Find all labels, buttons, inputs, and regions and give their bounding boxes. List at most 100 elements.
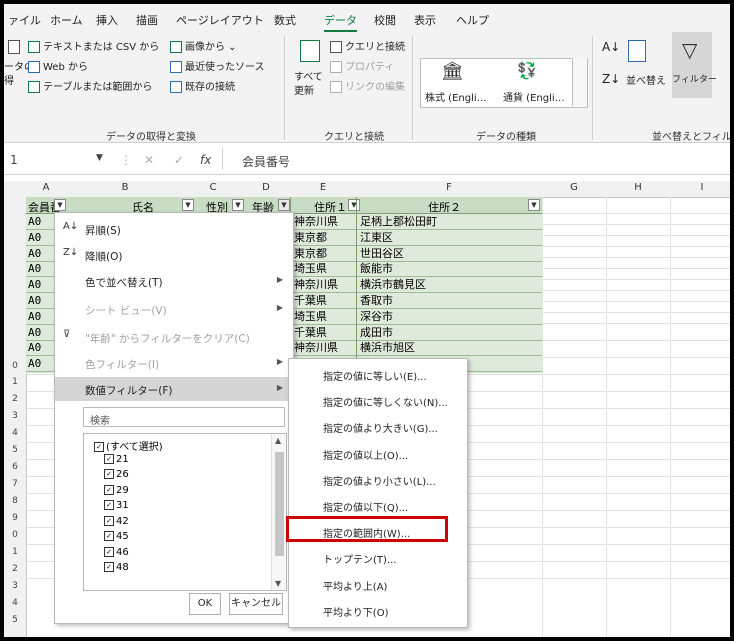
table-cell[interactable]: A0 (28, 327, 41, 338)
submenu-item[interactable]: 平均より上(A) (289, 573, 467, 595)
column-header[interactable]: G (542, 182, 606, 193)
filter-value-list[interactable]: ✓ (すべて選択) ✓ 21 ✓ 26 ✓ 29 ✓ 31 ✓ 42 ✓ 45 ✓ 46 ✓ 48 ▲ ▼ (83, 433, 287, 591)
stocks-button[interactable]: 株式 (Engli… (425, 89, 487, 104)
edit-links-button[interactable]: リンクの編集 (330, 78, 405, 93)
name-box-dropdown-icon[interactable]: ▼ (96, 153, 103, 163)
data-types-gallery[interactable]: 🏛 株式 (Engli… 💱 通貨 (Engli… (420, 58, 588, 108)
submenu-item[interactable]: 指定の値より小さい(L)... (289, 468, 467, 490)
checklist-item[interactable]: ✓ 42 (104, 515, 129, 527)
clear-filter-item[interactable]: ⊽ "年齢" からフィルターをクリア(C) (55, 325, 293, 349)
formula-content[interactable]: 会員番号 (242, 153, 290, 170)
checklist-item[interactable]: ✓ (すべて選択) (94, 438, 163, 453)
number-filter-item[interactable]: 数値フィルター(F) ▶ (55, 377, 293, 401)
tab-review[interactable]: 校閲 (374, 12, 396, 28)
table-cell[interactable]: 香取市 (360, 295, 393, 306)
ok-button[interactable]: OK (189, 593, 221, 615)
existing-connections-button[interactable]: 既存の接続 (170, 78, 235, 93)
table-cell[interactable]: 飯能市 (360, 263, 393, 274)
table-cell[interactable]: 神奈川県 (294, 279, 338, 290)
column-header[interactable]: B (66, 182, 184, 193)
tab-help[interactable]: ヘルプ (456, 12, 489, 28)
refresh-all-label-2[interactable]: 更新 (294, 82, 314, 97)
submenu-item[interactable]: 指定の値に等しい(E)... (289, 363, 467, 385)
get-data-label-2[interactable]: 得 (4, 72, 14, 87)
row-header[interactable]: 0 (4, 530, 26, 540)
tab-view[interactable]: 表示 (414, 12, 436, 28)
sort-ascending-item[interactable]: A↓ 昇順(S) (55, 217, 293, 241)
tab-home[interactable]: ホーム (50, 12, 83, 28)
checklist-item[interactable]: ✓ 29 (104, 484, 129, 496)
checklist-item[interactable]: ✓ 46 (104, 546, 129, 558)
row-header[interactable]: 5 (4, 615, 26, 625)
checkbox-checked-icon[interactable]: ✓ (104, 453, 114, 464)
sort-desc-small-icon[interactable]: Z↓ (602, 72, 620, 86)
submenu-item[interactable]: 指定の値より大きい(G)... (289, 415, 467, 437)
currency-button[interactable]: 通貨 (Engli… (503, 89, 565, 104)
row-header[interactable]: 1 (4, 547, 26, 557)
name-box[interactable]: 1 (10, 153, 18, 167)
table-cell[interactable]: 東京都 (294, 248, 327, 259)
queries-connections-button[interactable]: クエリと接続 (330, 38, 405, 53)
table-cell[interactable]: 江東区 (360, 232, 393, 243)
table-cell[interactable]: 神奈川県 (294, 342, 338, 353)
filter-dropdown-icon[interactable]: ▼ (232, 199, 244, 211)
checklist-item[interactable]: ✓ 26 (104, 469, 129, 480)
table-cell[interactable]: 成田市 (360, 327, 393, 338)
row-header[interactable]: 1 (4, 377, 26, 387)
tab-insert[interactable]: 挿入 (96, 12, 118, 28)
column-header[interactable]: F (356, 182, 542, 193)
filter-button[interactable]: ▽ フィルター (672, 32, 717, 98)
table-cell[interactable]: A0 (28, 295, 41, 306)
row-header[interactable]: 5 (4, 445, 26, 455)
row-header[interactable]: 8 (4, 496, 26, 506)
checkbox-checked-icon[interactable]: ✓ (104, 484, 114, 495)
row-header[interactable]: 6 (4, 462, 26, 472)
row-header[interactable]: 9 (4, 513, 26, 523)
tab-data[interactable]: データ (324, 12, 357, 32)
from-text-csv-button[interactable]: テキストまたは CSV から (28, 38, 159, 53)
checkbox-checked-icon[interactable]: ✓ (104, 531, 114, 541)
filter-search-input[interactable]: 検索 (83, 407, 285, 427)
checklist-item[interactable]: ✓ 45 (104, 531, 129, 542)
checkbox-checked-icon[interactable]: ✓ (104, 546, 114, 557)
table-cell[interactable]: A0 (28, 248, 41, 259)
filter-dropdown-icon[interactable]: ▼ (528, 199, 540, 211)
sort-descending-item[interactable]: Z↓ 降順(O) (55, 243, 293, 267)
from-table-button[interactable]: テーブルまたは範囲から (28, 78, 152, 93)
table-cell[interactable]: A0 (28, 279, 41, 290)
tab-file[interactable]: ァイル (8, 12, 41, 28)
sort-button[interactable]: 並べ替え (626, 72, 666, 87)
row-header[interactable]: 2 (4, 394, 26, 404)
checklist-item[interactable]: ✓ 31 (104, 500, 129, 511)
table-cell[interactable]: 足柄上郡松田町 (360, 216, 437, 227)
table-cell[interactable]: 埼玉県 (294, 263, 327, 274)
checkbox-checked-icon[interactable]: ✓ (104, 562, 114, 572)
properties-button[interactable]: プロパティ (330, 58, 394, 73)
color-filter-item[interactable]: 色フィルター(I) ▶ (55, 351, 293, 375)
row-header[interactable]: 7 (4, 479, 26, 489)
checkbox-checked-icon[interactable]: ✓ (104, 469, 114, 479)
column-header[interactable]: C (184, 182, 242, 193)
filter-dropdown-icon[interactable]: ▼ (278, 199, 290, 211)
checkbox-checked-icon[interactable]: ✓ (104, 515, 114, 526)
filter-dropdown-icon[interactable]: ▼ (182, 199, 194, 211)
checklist-item[interactable]: ✓ 48 (104, 562, 129, 573)
cancel-entry-icon[interactable]: ✕ (144, 153, 154, 167)
table-cell[interactable]: 世田谷区 (360, 248, 404, 259)
row-header[interactable]: 3 (4, 581, 26, 591)
refresh-all-label-1[interactable]: すべて (294, 68, 323, 83)
row-header[interactable]: 4 (4, 428, 26, 438)
tab-page-layout[interactable]: ページレイアウト (176, 12, 264, 28)
row-header[interactable]: 4 (4, 598, 26, 608)
submenu-item[interactable]: トップテン(T)... (289, 546, 467, 568)
submenu-item[interactable]: 平均より下(O) (289, 599, 467, 621)
scroll-down-icon[interactable]: ▼ (275, 579, 281, 588)
table-cell[interactable]: 神奈川県 (294, 216, 338, 227)
column-header[interactable]: I (670, 182, 730, 193)
column-header[interactable]: A (26, 182, 66, 193)
table-cell[interactable]: A0 (28, 358, 41, 369)
gallery-scroll[interactable] (572, 58, 587, 106)
sort-by-color-item[interactable]: 色で並べ替え(T) ▶ (55, 269, 293, 293)
from-web-button[interactable]: Web から (28, 58, 88, 73)
header-cell[interactable]: 住所１ (314, 199, 347, 215)
